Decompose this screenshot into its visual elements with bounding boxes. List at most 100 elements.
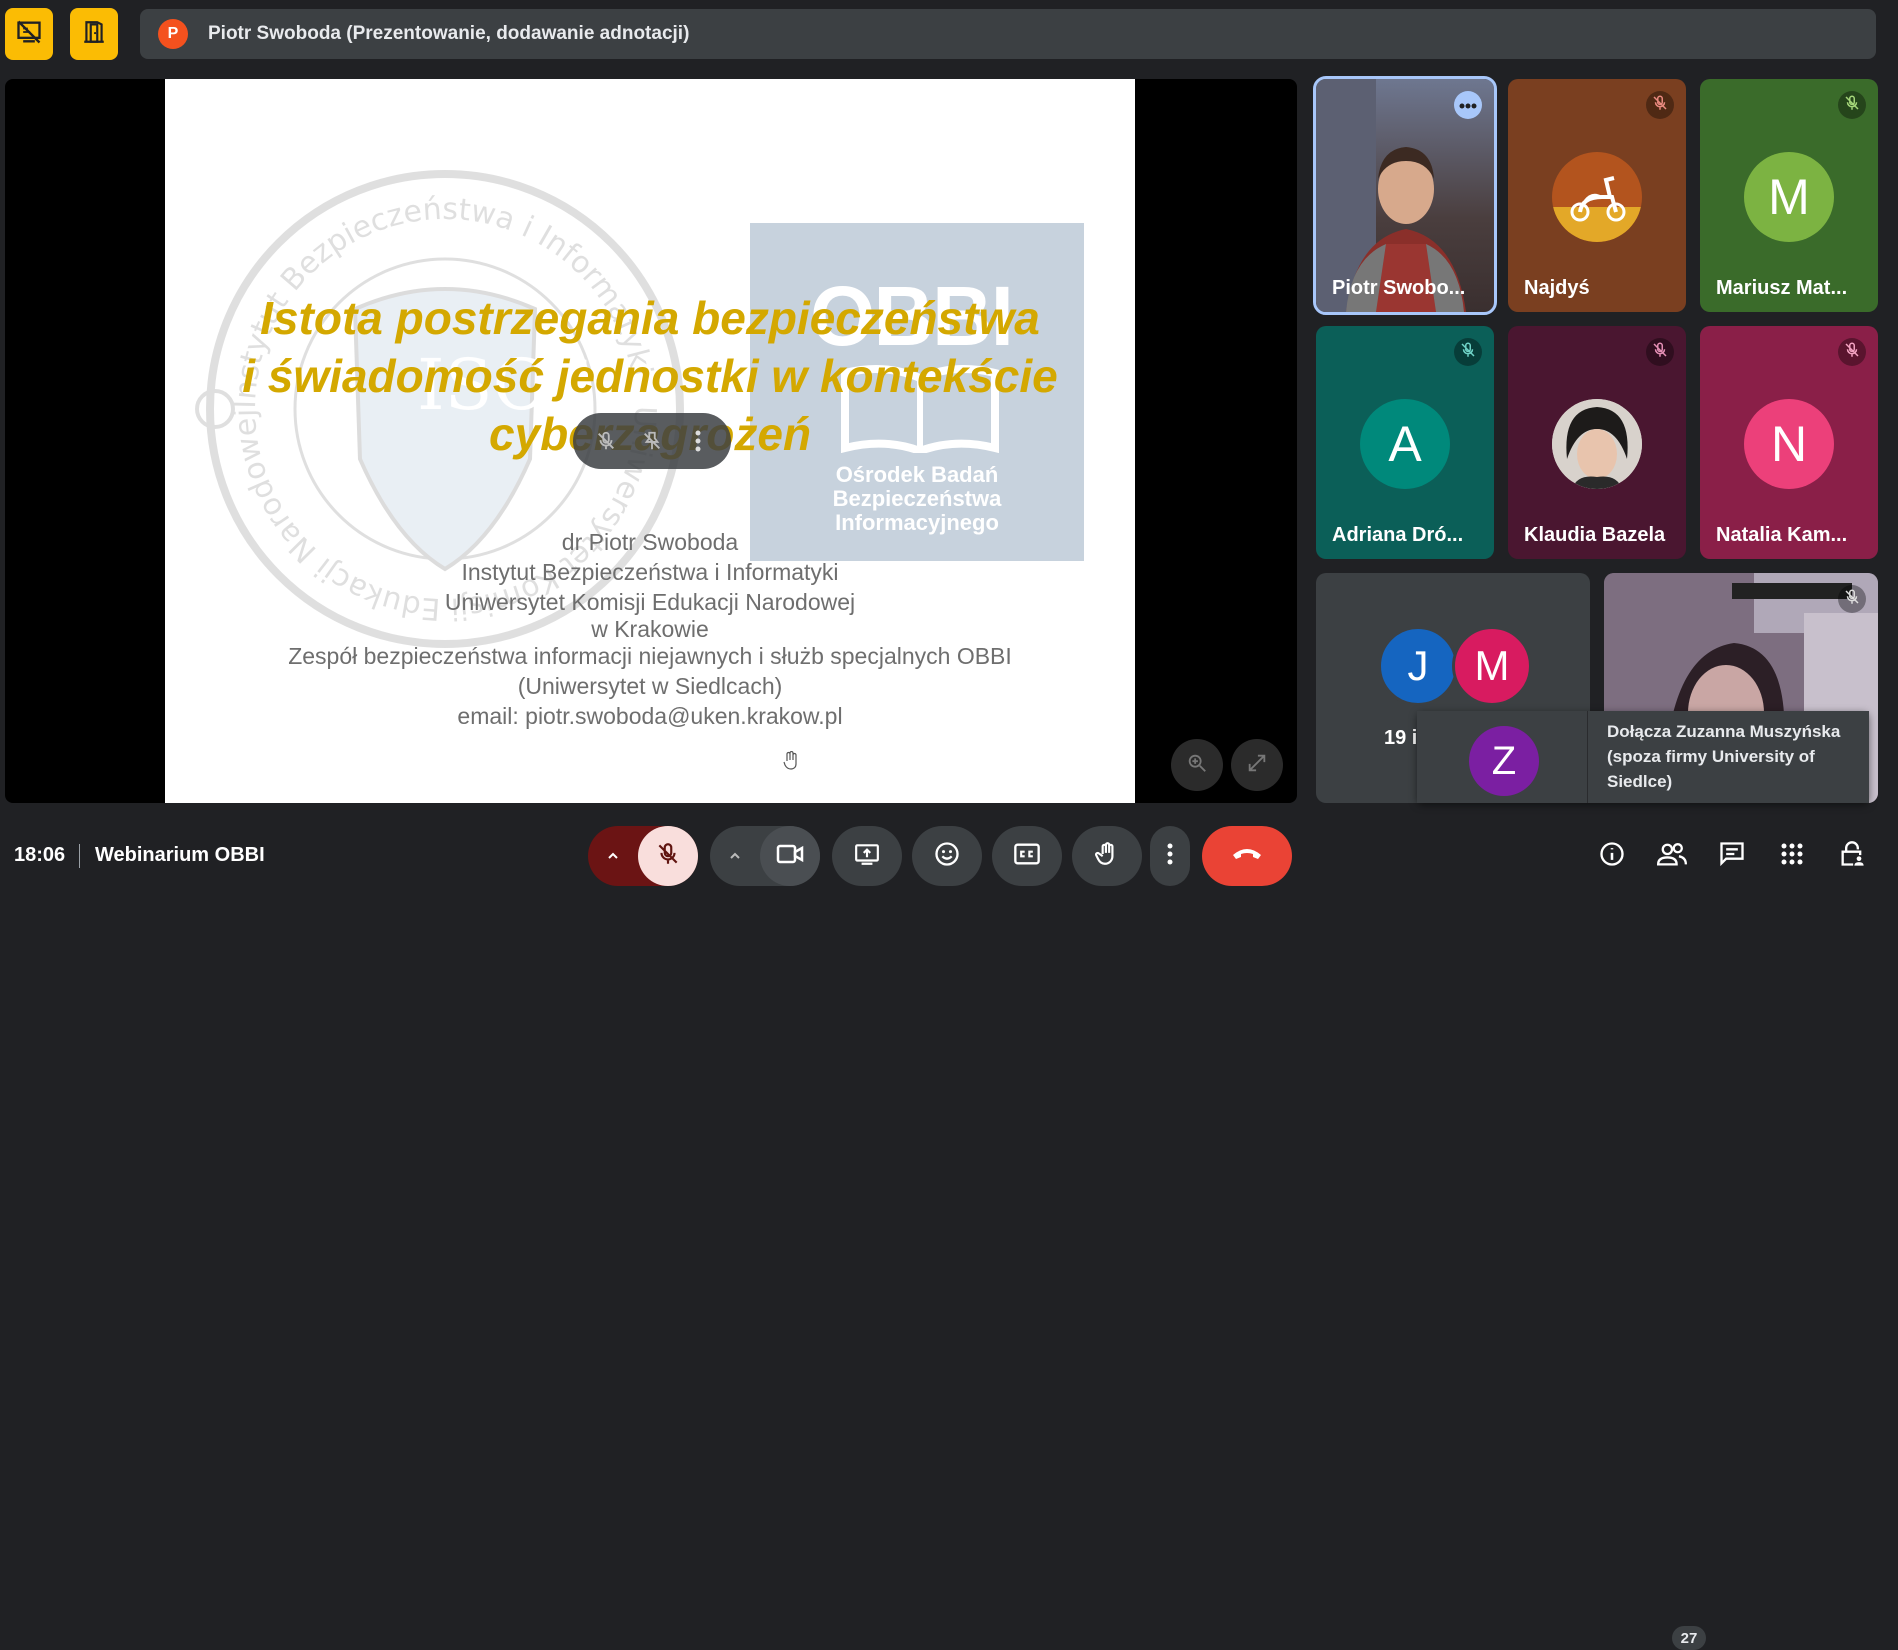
host-controls-button[interactable] [1834, 838, 1870, 874]
audio-options-button[interactable] [588, 848, 638, 864]
mic-off-indicator [1838, 585, 1866, 613]
participant-tile-najdys[interactable]: Najdyś [1508, 79, 1686, 312]
video-options-button[interactable] [710, 848, 760, 864]
mic-off-indicator [1454, 338, 1482, 366]
mic-off-icon [1651, 341, 1669, 364]
participant-name: Natalia Kam... [1716, 524, 1848, 546]
activities-button[interactable] [1774, 838, 1810, 874]
presentation-stage: ISCS Instytut Bezpieczeństwa i Informaty… [5, 79, 1297, 803]
meeting-details-button[interactable] [1594, 838, 1630, 874]
lock-person-icon [1838, 840, 1866, 873]
avatar-j: J [1378, 626, 1458, 706]
presenter-bar: P Piotr Swoboda (Prezentowanie, dodawani… [140, 9, 1876, 59]
presenter-title: Piotr Swoboda (Prezentowanie, dodawanie … [208, 23, 690, 44]
participant-name: Piotr Swobo... [1332, 277, 1466, 299]
scooter-icon [1552, 176, 1642, 242]
camera-button[interactable] [760, 826, 820, 886]
profile-photo [1552, 399, 1642, 489]
join-notification: Z Dołącza Zuzanna Muszyńska (spoza firmy… [1417, 711, 1869, 803]
author-line-5: Zespół bezpieczeństwa informacji niejawn… [288, 643, 1012, 669]
people-count-badge: 27 [1672, 1626, 1706, 1650]
toast-text: Dołącza Zuzanna Muszyńska (spoza firmy U… [1607, 722, 1841, 791]
avatar [1552, 152, 1642, 242]
participant-tile-mariusz[interactable]: M Mariusz Mat... [1700, 79, 1878, 312]
present-screen-icon [853, 841, 881, 872]
divider [79, 844, 80, 868]
mic-off-icon [1459, 341, 1477, 364]
door-icon [81, 18, 107, 51]
toast-avatar: Z [1469, 726, 1539, 796]
mic-off-icon [1843, 341, 1861, 364]
more-options-button[interactable] [683, 426, 713, 456]
avatar-m: M [1452, 626, 1532, 706]
expand-icon [1246, 752, 1268, 779]
participant-name: Najdyś [1524, 277, 1590, 299]
clock: 18:06 [14, 844, 66, 866]
presenter-avatar: P [158, 19, 188, 49]
raise-hand-button[interactable] [1072, 826, 1142, 886]
participant-name: Adriana Dró... [1332, 524, 1464, 546]
cursor-icon [783, 750, 799, 776]
participant-name: Mariusz Mat... [1716, 277, 1848, 299]
mic-off-icon [655, 841, 681, 872]
pin-button[interactable] [637, 426, 667, 456]
people-icon [1656, 841, 1687, 872]
avatar: N [1744, 399, 1834, 489]
leave-room-button[interactable] [70, 8, 118, 60]
zoom-button[interactable] [1171, 739, 1223, 791]
camera-icon [776, 843, 804, 870]
author-line-4: w Krakowie [591, 616, 709, 642]
chevron-up-icon [730, 852, 740, 859]
reactions-button[interactable] [912, 826, 982, 886]
avatar: A [1360, 399, 1450, 489]
captions-button[interactable] [992, 826, 1062, 886]
hang-up-icon [1231, 846, 1263, 867]
author-line-3: Uniwersytet Komisji Edukacji Narodowej [444, 589, 856, 615]
obbi-line-2: Bezpieczeństwa [832, 486, 1002, 511]
participant-name: Klaudia Bazela [1524, 524, 1666, 546]
participant-tile-klaudia[interactable]: Klaudia Bazela [1508, 326, 1686, 559]
participant-tile-natalia[interactable]: N Natalia Kam... [1700, 326, 1878, 559]
info-icon [1598, 840, 1626, 873]
apps-grid-icon [1780, 842, 1804, 871]
chevron-up-icon [608, 852, 618, 859]
zoom-in-icon [1186, 752, 1208, 779]
microphone-button[interactable] [638, 826, 698, 886]
more-options-button[interactable] [1150, 826, 1190, 886]
bottom-bar: 18:06 Webinarium OBBI 27 [0, 812, 1898, 1650]
mic-off-indicator [1838, 91, 1866, 119]
author-line-7: email: piotr.swoboda@uken.krakow.pl [457, 703, 843, 729]
obbi-line-1: Ośrodek Badań [835, 462, 999, 487]
slide-title-line-1: Istota postrzegania bezpieczeństwa [260, 292, 1040, 344]
mic-off-icon [1843, 94, 1861, 117]
tile-hover-controls [573, 413, 731, 469]
slide-author-info: dr Piotr Swoboda Instytut Bezpieczeństwa… [165, 527, 1135, 731]
mic-off-indicator [1838, 338, 1866, 366]
author-line-6: (Uniwersytet w Siedlcach) [517, 673, 783, 699]
participant-options-button[interactable] [1454, 91, 1482, 119]
chat-icon [1718, 840, 1746, 873]
people-button[interactable] [1654, 838, 1690, 874]
leave-call-button[interactable] [1202, 826, 1292, 886]
meeting-name: Webinarium OBBI [95, 844, 265, 866]
mic-off-icon [1843, 588, 1861, 611]
author-line-1: dr Piotr Swoboda [561, 529, 739, 555]
hand-icon [1094, 840, 1120, 873]
participant-tile-adriana[interactable]: A Adriana Dró... [1316, 326, 1494, 559]
emoji-icon [933, 840, 961, 873]
obbi-subtitle: Ośrodek Badań Bezpieczeństwa Informacyjn… [750, 463, 1084, 535]
mic-off-indicator [1646, 338, 1674, 366]
present-button[interactable] [832, 826, 902, 886]
fullscreen-button[interactable] [1231, 739, 1283, 791]
more-horizontal-icon [1459, 96, 1477, 114]
avatar: M [1744, 152, 1834, 242]
chat-button[interactable] [1714, 838, 1750, 874]
captions-icon [1013, 842, 1041, 871]
mute-for-all-button[interactable] [591, 426, 621, 456]
mic-off-indicator [1646, 91, 1674, 119]
more-vertical-icon [1167, 843, 1173, 870]
avatar [1552, 399, 1642, 489]
hide-presentation-button[interactable] [5, 8, 53, 60]
mic-off-icon [1651, 94, 1669, 117]
participant-tile-piotr[interactable]: Piotr Swobo... [1313, 76, 1497, 315]
